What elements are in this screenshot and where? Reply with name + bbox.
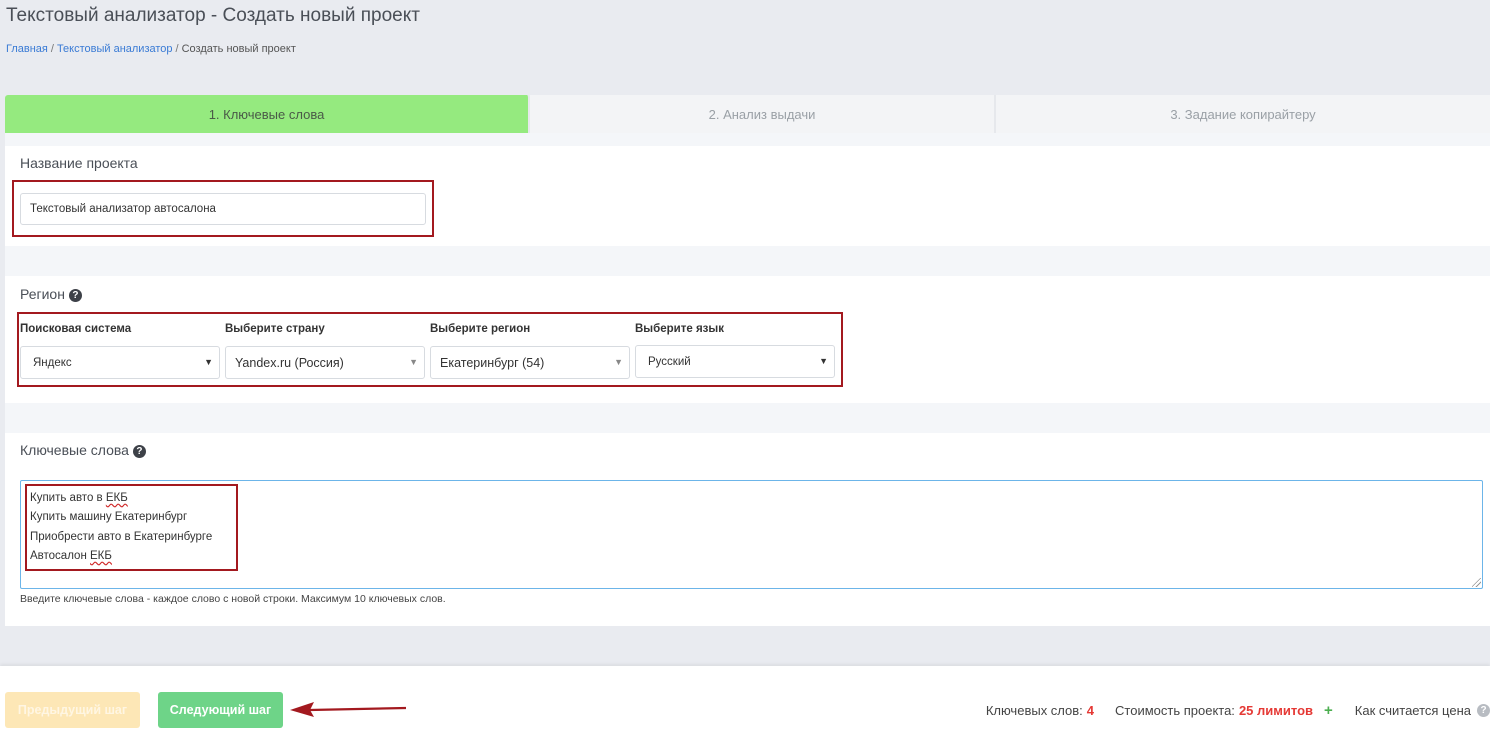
breadcrumb-home[interactable]: Главная xyxy=(6,43,48,55)
keyword-count-label: Ключевых слов: xyxy=(985,703,1083,718)
price-info-link[interactable]: Как считается цена xyxy=(1355,703,1471,718)
caret-down-icon: ▼ xyxy=(204,357,213,367)
help-icon[interactable]: ? xyxy=(68,289,82,302)
section-divider xyxy=(5,403,1490,433)
cost-value: 25 лимитов xyxy=(1238,703,1313,718)
language-label: Выберите язык xyxy=(635,323,724,335)
keywords-label: Ключевые слова? xyxy=(20,442,146,458)
region-select[interactable]: Екатеринбург (54) ▼ xyxy=(430,346,630,379)
language-group: Выберите язык Русский ▼ xyxy=(635,323,835,378)
footer-bar: Предыдущий шаг Следующий шаг Ключевых сл… xyxy=(0,666,1490,742)
caret-down-icon: ▼ xyxy=(409,357,418,367)
cost-label: Стоимость проекта: xyxy=(1115,703,1235,718)
search-engine-value: Яндекс xyxy=(33,356,72,369)
question-icon[interactable]: ? xyxy=(1477,704,1490,717)
project-stats: Ключевых слов: 4 Стоимость проекта: 25 лим… xyxy=(986,702,1490,719)
tab-step-keywords[interactable]: 1. Ключевые слова xyxy=(5,95,530,133)
breadcrumb: Главная / Текстовый анализатор / Создать нов… xyxy=(6,43,296,55)
tab-step-serp-analysis[interactable]: 2. Анализ выдачи xyxy=(530,95,996,133)
project-name-label: Название проекта xyxy=(20,155,138,171)
section-divider xyxy=(5,246,1490,276)
region-select-label: Выберите регион xyxy=(430,323,531,335)
search-engine-label: Поисковая система xyxy=(20,323,132,335)
keyword-line: Приобрести авто в Екатеринбурге xyxy=(30,530,213,543)
region-select-value: Екатеринбург (54) xyxy=(440,355,545,370)
add-limits-icon[interactable]: + xyxy=(1324,702,1333,719)
keywords-hint: Введите ключевые слова - каждое слово с … xyxy=(20,593,446,605)
country-group: Выберите страну Yandex.ru (Россия) ▼ xyxy=(225,323,425,379)
annotation-arrow-icon xyxy=(290,702,407,717)
region-select-group: Выберите регион Екатеринбург (54) ▼ xyxy=(430,323,630,379)
next-step-button[interactable]: Следующий шаг xyxy=(158,692,283,728)
language-value: Русский xyxy=(648,355,691,368)
language-select[interactable]: Русский ▼ xyxy=(635,345,835,378)
caret-down-icon: ▼ xyxy=(614,357,623,367)
keywords-textarea[interactable]: Купить авто в ЕКБ Купить машину Екатерин… xyxy=(20,480,1483,589)
section-divider xyxy=(5,133,1490,146)
prev-step-button[interactable]: Предыдущий шаг xyxy=(5,692,140,728)
country-label: Выберите страну xyxy=(225,323,325,335)
breadcrumb-current: Создать новый проект xyxy=(181,43,296,55)
region-label: Регион? xyxy=(20,286,82,302)
help-icon[interactable]: ? xyxy=(132,445,146,458)
keyword-count: 4 xyxy=(1086,703,1095,718)
tab-step-copywriter-task[interactable]: 3. Задание копирайтеру xyxy=(996,95,1490,133)
breadcrumb-text-analyzer[interactable]: Текстовый анализатор xyxy=(57,43,173,55)
keyword-line: Автосалон ЕКБ xyxy=(30,549,112,562)
project-name-input[interactable] xyxy=(20,193,426,225)
caret-down-icon: ▼ xyxy=(819,356,828,366)
search-engine-group: Поисковая система Яндекс ▼ xyxy=(20,323,220,379)
country-select[interactable]: Yandex.ru (Россия) ▼ xyxy=(225,346,425,379)
page-title: Текстовый анализатор - Создать новый про… xyxy=(6,5,420,26)
search-engine-select[interactable]: Яндекс ▼ xyxy=(20,346,220,379)
resize-handle[interactable] xyxy=(1472,578,1481,587)
wizard-steps: 1. Ключевые слова 2. Анализ выдачи 3. За… xyxy=(5,95,1490,133)
keyword-line: Купить машину Екатеринбург xyxy=(30,511,188,524)
country-value: Yandex.ru (Россия) xyxy=(235,355,344,370)
keyword-line: Купить авто в ЕКБ xyxy=(30,492,128,504)
